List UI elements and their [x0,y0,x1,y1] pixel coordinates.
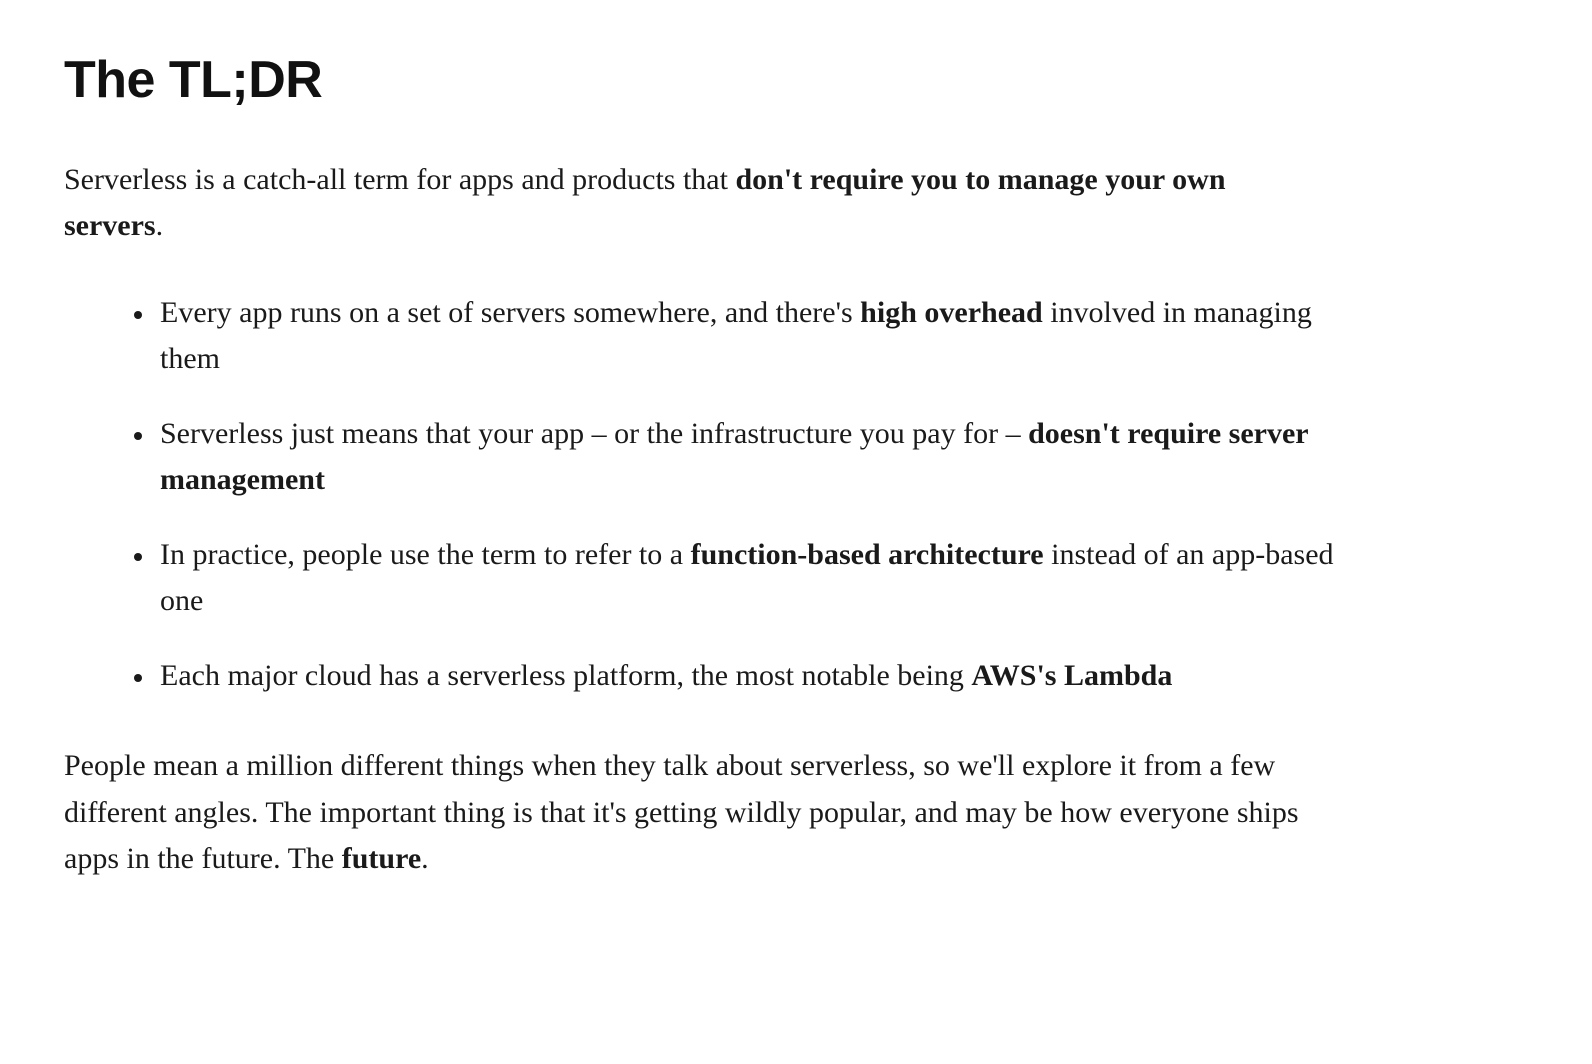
intro-paragraph: Serverless is a catch-all term for apps … [64,157,1264,250]
list-item-pre: In practice, people use the term to refe… [160,538,691,571]
outro-text-bold: future [342,842,421,875]
intro-text-pre: Serverless is a catch-all term for apps … [64,163,735,196]
list-item: Every app runs on a set of servers somew… [156,290,1334,383]
list-item-pre: Every app runs on a set of servers somew… [160,296,860,329]
section-heading: The TL;DR [64,40,1528,121]
list-item-bold: high overhead [860,296,1043,329]
list-item: Each major cloud has a serverless platfo… [156,653,1334,700]
intro-text-post: . [156,209,164,242]
list-item-bold: function-based architecture [691,538,1044,571]
list-item-bold: AWS's Lambda [971,659,1172,692]
list-item: In practice, people use the term to refe… [156,532,1334,625]
list-item: Serverless just means that your app – or… [156,411,1334,504]
outro-text-pre: People mean a million different things w… [64,749,1299,875]
list-item-pre: Serverless just means that your app – or… [160,417,1028,450]
list-item-pre: Each major cloud has a serverless platfo… [160,659,971,692]
outro-paragraph: People mean a million different things w… [64,743,1324,883]
outro-text-post: . [421,842,429,875]
bullet-list: Every app runs on a set of servers somew… [64,290,1334,700]
